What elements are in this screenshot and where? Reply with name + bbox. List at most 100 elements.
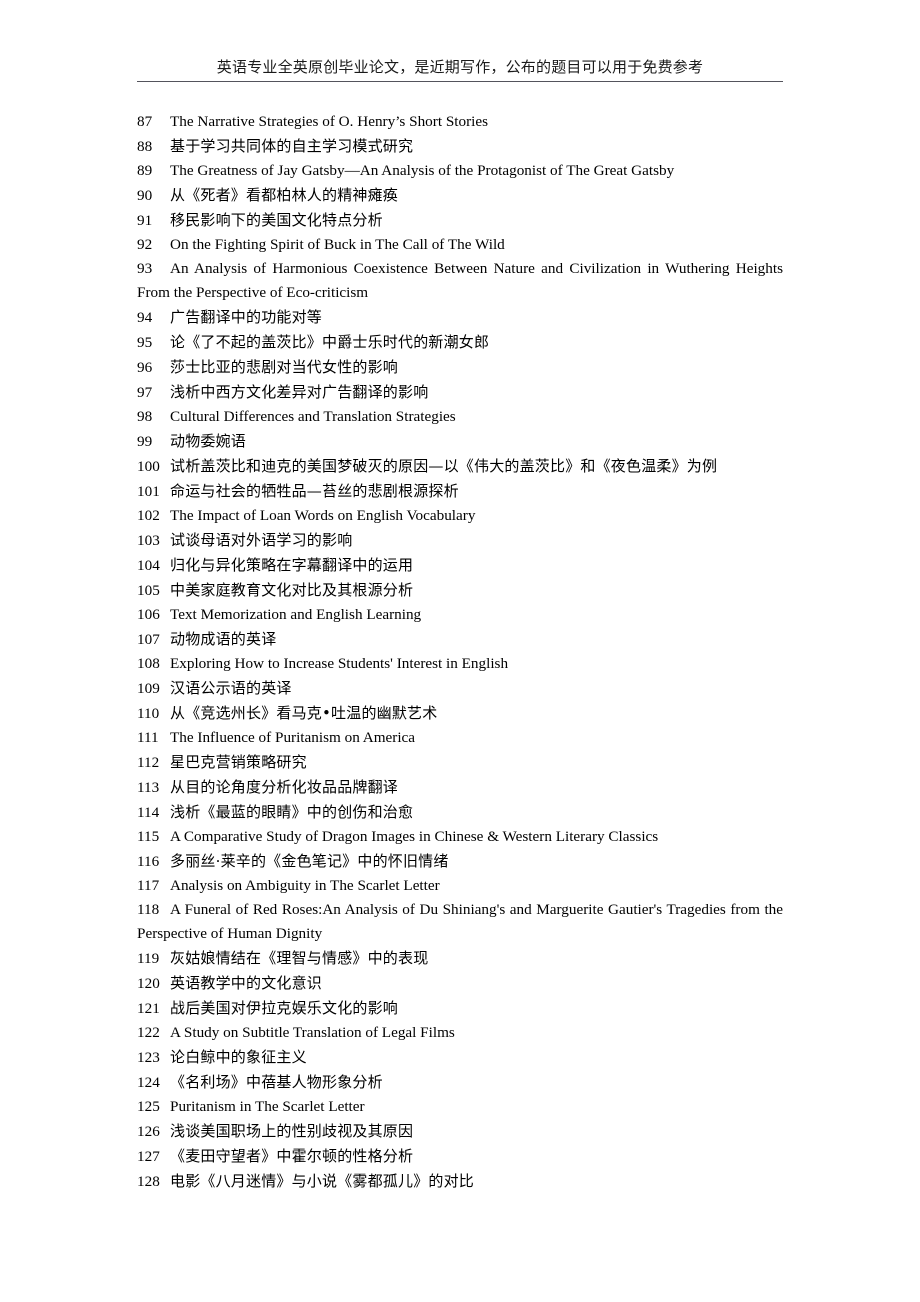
list-item-number: 106 xyxy=(137,606,160,623)
list-item-number: 112 xyxy=(137,754,160,771)
list-item-number: 121 xyxy=(137,1000,160,1017)
list-item: 126 浅谈美国职场上的性别歧视及其原因 xyxy=(137,1119,783,1144)
list-item-number: 126 xyxy=(137,1123,160,1140)
list-item: 103 试谈母语对外语学习的影响 xyxy=(137,528,783,553)
list-item: 106 Text Memorization and English Learnin… xyxy=(137,603,783,627)
list-item-title: 移民影响下的美国文化特点分析 xyxy=(170,211,383,229)
list-item-title: An Analysis of Harmonious Coexistence Be… xyxy=(137,260,783,301)
list-item: 109 汉语公示语的英译 xyxy=(137,676,783,701)
list-item: 124 《名利场》中蓓基人物形象分析 xyxy=(137,1070,783,1095)
list-item-title: The Narrative Strategies of O. Henry’s S… xyxy=(170,113,489,130)
list-item-title: 命运与社会的牺牲品—苔丝的悲剧根源探析 xyxy=(170,482,459,500)
list-item-title: 电影《八月迷情》与小说《雾都孤儿》的对比 xyxy=(170,1172,475,1190)
list-item: 102 The Impact of Loan Words on English V… xyxy=(137,504,783,528)
list-item-title: 从目的论角度分析化妆品品牌翻译 xyxy=(170,778,399,796)
list-item-number: 128 xyxy=(137,1173,160,1190)
list-item-title: A Funeral of Red Roses:An Analysis of Du… xyxy=(137,901,783,942)
list-item-number: 99 xyxy=(137,433,153,450)
list-item-title: Text Memorization and English Learning xyxy=(170,606,422,623)
list-item: 112 星巴克营销策略研究 xyxy=(137,750,783,775)
list-item-number: 103 xyxy=(137,532,160,549)
list-item-title: 试谈母语对外语学习的影响 xyxy=(170,531,353,549)
list-item-title: 战后美国对伊拉克娱乐文化的影响 xyxy=(170,999,399,1017)
list-item-number: 124 xyxy=(137,1074,160,1091)
list-item-title: Exploring How to Increase Students' Inte… xyxy=(170,655,509,672)
list-item: 116 多丽丝·莱辛的《金色笔记》中的怀旧情绪 xyxy=(137,849,783,874)
list-item: 118 A Funeral of Red Roses:An Analysis of… xyxy=(137,898,783,946)
list-item-title: A Comparative Study of Dragon Images in … xyxy=(170,828,659,845)
running-header: 英语专业全英原创毕业论文，是近期写作，公布的题目可以用于免费参考 xyxy=(137,58,783,82)
list-item-number: 113 xyxy=(137,779,160,796)
list-item-title: On the Fighting Spirit of Buck in The Ca… xyxy=(170,236,505,253)
list-item-number: 100 xyxy=(137,458,160,475)
list-item-number: 117 xyxy=(137,877,160,894)
list-item-title: The Influence of Puritanism on America xyxy=(170,729,416,746)
list-item: 119 灰姑娘情结在《理智与情感》中的表现 xyxy=(137,946,783,971)
list-item: 117 Analysis on Ambiguity in The Scarlet … xyxy=(137,874,783,898)
list-item: 97 浅析中西方文化差异对广告翻译的影响 xyxy=(137,380,783,405)
list-item-number: 88 xyxy=(137,138,153,155)
list-item-number: 108 xyxy=(137,655,160,672)
list-item-title: 灰姑娘情结在《理智与情感》中的表现 xyxy=(170,949,429,967)
list-item: 121 战后美国对伊拉克娱乐文化的影响 xyxy=(137,996,783,1021)
list-item: 125 Puritanism in The Scarlet Letter xyxy=(137,1095,783,1119)
list-item-number: 95 xyxy=(137,334,153,351)
list-item: 90 从《死者》看都柏林人的精神瘫痪 xyxy=(137,183,783,208)
list-item-title: Puritanism in The Scarlet Letter xyxy=(170,1098,365,1115)
list-item-number: 96 xyxy=(137,359,153,376)
list-item-title: 从《竞选州长》看马克•吐温的幽默艺术 xyxy=(170,704,438,722)
list-item-number: 87 xyxy=(137,113,153,130)
list-item-number: 105 xyxy=(137,582,160,599)
list-item: 104 归化与异化策略在字幕翻译中的运用 xyxy=(137,553,783,578)
list-item-number: 93 xyxy=(137,260,153,277)
list-item: 100 试析盖茨比和迪克的美国梦破灭的原因—以《伟大的盖茨比》和《夜色温柔》为例 xyxy=(137,454,783,479)
list-item-title: 广告翻译中的功能对等 xyxy=(170,308,323,326)
list-item-title: Analysis on Ambiguity in The Scarlet Let… xyxy=(170,877,440,894)
list-item: 99 动物委婉语 xyxy=(137,429,783,454)
list-item-title: 汉语公示语的英译 xyxy=(170,679,292,697)
list-item: 93 An Analysis of Harmonious Coexistence … xyxy=(137,257,783,305)
list-item-number: 120 xyxy=(137,975,160,992)
list-item-number: 98 xyxy=(137,408,153,425)
list-item-title: 中美家庭教育文化对比及其根源分析 xyxy=(170,581,414,599)
list-item-number: 91 xyxy=(137,212,153,229)
list-item: 101 命运与社会的牺牲品—苔丝的悲剧根源探析 xyxy=(137,479,783,504)
list-item-number: 102 xyxy=(137,507,160,524)
list-item-title: 浅析《最蓝的眼睛》中的创伤和治愈 xyxy=(170,803,414,821)
list-item: 94 广告翻译中的功能对等 xyxy=(137,305,783,330)
list-item-number: 123 xyxy=(137,1049,160,1066)
list-item: 110 从《竞选州长》看马克•吐温的幽默艺术 xyxy=(137,701,783,726)
list-item-number: 90 xyxy=(137,187,153,204)
list-item-number: 107 xyxy=(137,631,160,648)
list-item-title: 论《了不起的盖茨比》中爵士乐时代的新潮女郎 xyxy=(170,333,490,351)
list-item-title: 论白鲸中的象征主义 xyxy=(170,1048,307,1066)
list-item: 95 论《了不起的盖茨比》中爵士乐时代的新潮女郎 xyxy=(137,330,783,355)
document-page: 英语专业全英原创毕业论文，是近期写作，公布的题目可以用于免费参考 87 The N… xyxy=(0,0,920,1302)
list-item-number: 125 xyxy=(137,1098,160,1115)
list-item: 113 从目的论角度分析化妆品品牌翻译 xyxy=(137,775,783,800)
list-item-number: 116 xyxy=(137,853,160,870)
list-item-title: The Impact of Loan Words on English Voca… xyxy=(170,507,476,524)
list-item: 87 The Narrative Strategies of O. Henry’s… xyxy=(137,110,783,134)
list-item: 127 《麦田守望者》中霍尔顿的性格分析 xyxy=(137,1144,783,1169)
list-item: 120 英语教学中的文化意识 xyxy=(137,971,783,996)
list-item-number: 92 xyxy=(137,236,153,253)
list-item: 108 Exploring How to Increase Students' I… xyxy=(137,652,783,676)
list-item: 128 电影《八月迷情》与小说《雾都孤儿》的对比 xyxy=(137,1169,783,1194)
list-item-title: 动物成语的英译 xyxy=(170,630,277,648)
list-item-number: 110 xyxy=(137,705,160,722)
list-item-title: 浅析中西方文化差异对广告翻译的影响 xyxy=(170,383,429,401)
header-rule xyxy=(137,81,783,82)
list-item-number: 118 xyxy=(137,901,160,918)
list-item-title: 从《死者》看都柏林人的精神瘫痪 xyxy=(170,186,399,204)
list-item: 91 移民影响下的美国文化特点分析 xyxy=(137,208,783,233)
list-item-title: 莎士比亚的悲剧对当代女性的影响 xyxy=(170,358,399,376)
list-item-number: 115 xyxy=(137,828,160,845)
list-item-number: 101 xyxy=(137,483,160,500)
list-item: 107 动物成语的英译 xyxy=(137,627,783,652)
list-item: 92 On the Fighting Spirit of Buck in The … xyxy=(137,233,783,257)
list-item: 115 A Comparative Study of Dragon Images … xyxy=(137,825,783,849)
list-item: 123 论白鲸中的象征主义 xyxy=(137,1045,783,1070)
list-item-number: 122 xyxy=(137,1024,160,1041)
list-item: 105 中美家庭教育文化对比及其根源分析 xyxy=(137,578,783,603)
